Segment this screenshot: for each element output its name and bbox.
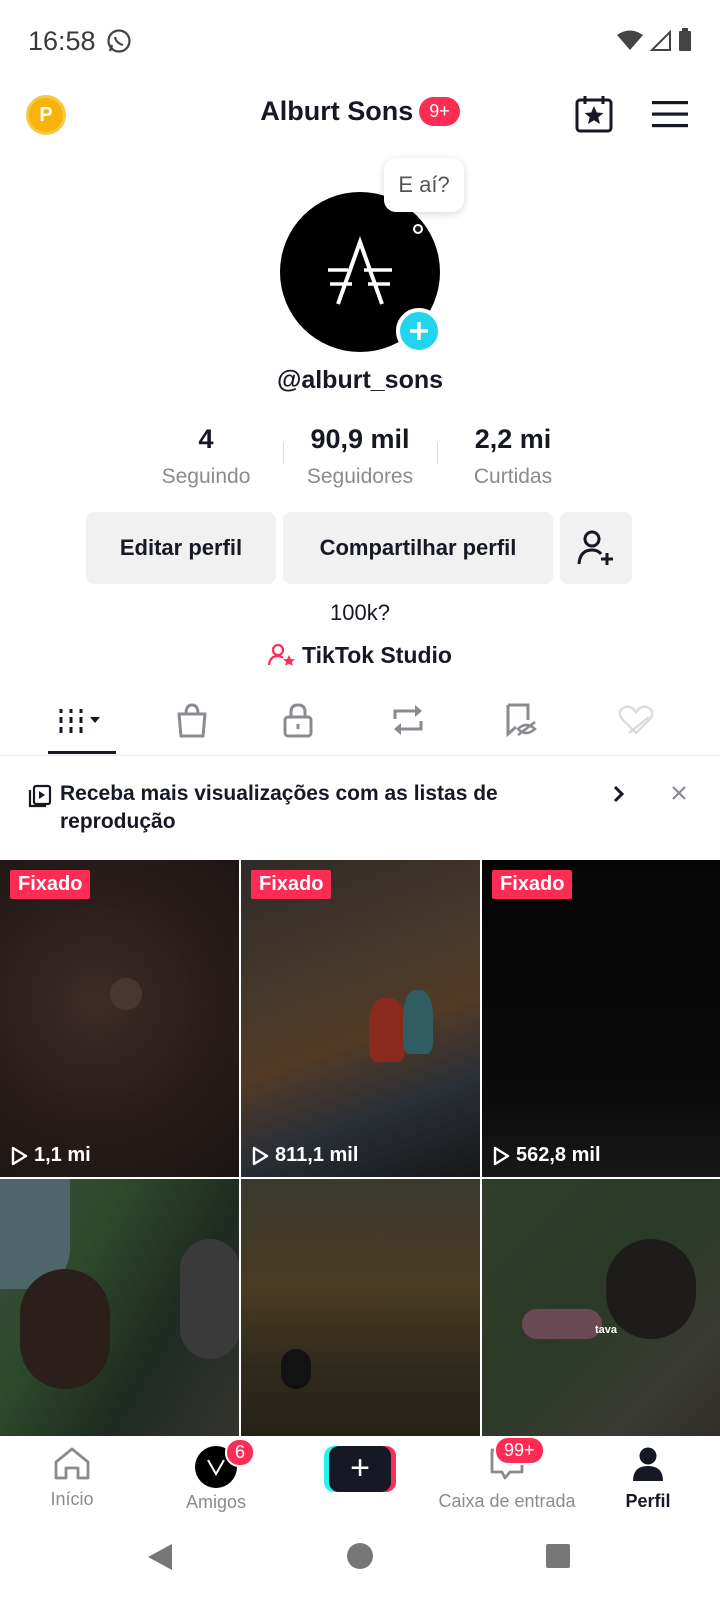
view-count-label: 562,8 mil [516,1144,601,1166]
tab-active-indicator [48,751,116,754]
wifi-icon [617,30,643,50]
nav-profile[interactable]: Perfil [578,1446,718,1512]
create-plus-icon: + [329,1446,391,1492]
friends-badge: 6 [225,1438,256,1467]
tab-private[interactable] [268,700,328,740]
thumbnail-detail [180,1239,239,1359]
stat-following[interactable]: 4 Seguindo [131,424,281,489]
nav-inbox[interactable]: Caixa de entrada 99+ [434,1436,580,1512]
add-user-icon [577,530,613,565]
menu-icon[interactable] [652,98,688,130]
heart-hidden-icon [618,705,654,735]
stat-label: Seguindo [161,465,251,488]
close-icon[interactable] [670,784,688,802]
view-count-label: 811,1 mil [275,1144,359,1166]
pinned-badge: Fixado [251,870,332,899]
tab-videos[interactable] [52,700,116,740]
profile-name: Alburt Sons [260,96,414,126]
inbox-badge: 99+ [494,1436,545,1465]
bubble-dot [413,224,423,234]
thumbnail-detail [403,990,433,1054]
studio-icon [268,643,296,666]
avatar-note-bubble[interactable]: E aí? [384,158,464,212]
nav-friends[interactable]: Amigos 6 [146,1438,286,1513]
plus-icon [410,322,428,340]
stat-divider [283,442,284,464]
edit-profile-button[interactable]: Editar perfil [86,512,276,584]
recents-icon[interactable] [546,1544,570,1568]
battery-icon [679,28,691,51]
bio-text: 100k? [330,600,390,625]
thumbnail-detail [20,1269,110,1389]
calendar-star-icon[interactable] [574,94,614,134]
play-icon [11,1146,28,1165]
play-icon [252,1146,269,1165]
share-profile-button[interactable]: Compartilhar perfil [283,512,553,584]
banner-text: Receba mais visualizações com as listas … [60,782,498,833]
system-nav-bar [0,1516,720,1600]
back-icon[interactable] [146,1542,174,1572]
view-count-label: 1,1 mi [34,1144,91,1166]
lock-icon [283,703,313,738]
thumbnail-detail [281,1349,311,1389]
stat-label: Seguidores [306,465,414,488]
thumbnail-detail [522,1309,602,1339]
playlist-banner[interactable]: Receba mais visualizações com as listas … [0,756,720,860]
stat-followers[interactable]: 90,9 mil Seguidores [285,424,435,489]
logo-icon [328,236,392,305]
account-notification-badge: 9+ [419,97,460,126]
nav-home-label: Início [50,1489,94,1509]
videos-grid-icon [59,709,100,733]
studio-label: TikTok Studio [302,642,452,668]
friends-logo-icon [207,1459,225,1476]
tab-shop[interactable] [162,700,222,740]
stat-value: 4 [198,424,214,454]
status-bar: 16:58 [0,0,720,80]
tiktok-studio-link[interactable]: TikTok Studio [0,642,720,669]
username: @alburt_sons [276,366,444,394]
chevron-right-icon[interactable] [612,784,626,804]
home-icon [54,1447,90,1480]
stat-value: 2,2 mi [474,424,552,454]
pinned-badge: Fixado [492,870,573,899]
stat-value: 90,9 mil [310,424,410,454]
playlist-icon [28,784,52,808]
view-count: 1,1 mi [10,1144,91,1167]
profile-header: P Alburt Sons 9+ [0,80,720,150]
pinned-badge: Fixado [10,870,91,899]
tab-liked[interactable] [606,700,666,740]
stat-label: Curtidas [473,465,553,488]
nav-friends-label: Amigos [185,1492,247,1512]
profile-stats: 4 Seguindo 90,9 mil Seguidores 2,2 mi Cu… [0,424,720,494]
nav-home[interactable]: Início [2,1446,142,1510]
profile-icon [633,1447,663,1481]
tab-reposts[interactable] [378,700,438,740]
status-time: 16:58 [28,26,96,56]
repost-icon [393,705,423,735]
view-count: 562,8 mil [492,1144,601,1167]
stat-likes[interactable]: 2,2 mi Curtidas [438,424,588,489]
whatsapp-icon [107,29,131,53]
add-avatar-button[interactable] [396,308,442,354]
tab-favorites[interactable] [490,700,550,740]
thumbnail-detail [110,978,142,1010]
bookmark-hidden-icon [506,703,537,738]
video-tile[interactable]: Fixado 1,1 mi [0,860,239,1177]
add-friend-button[interactable] [560,512,632,584]
video-tile[interactable]: Fixado 562,8 mil [482,860,720,1177]
content-tabs [0,690,720,756]
shopping-bag-icon [177,703,207,738]
nav-profile-label: Perfil [625,1491,671,1511]
thumbnail-detail [369,998,405,1062]
video-tile[interactable]: Fixado 811,1 mil [241,860,480,1177]
create-button[interactable]: + [324,1446,396,1492]
signal-icon [650,29,671,51]
thumbnail-detail [606,1239,696,1339]
nav-inbox-label: Caixa de entrada [438,1491,576,1511]
home-circle-icon[interactable] [346,1542,374,1570]
view-count: 811,1 mil [251,1144,358,1167]
status-icons [616,28,692,52]
video-overlay-text: tava [595,1324,618,1336]
play-icon [493,1146,510,1165]
